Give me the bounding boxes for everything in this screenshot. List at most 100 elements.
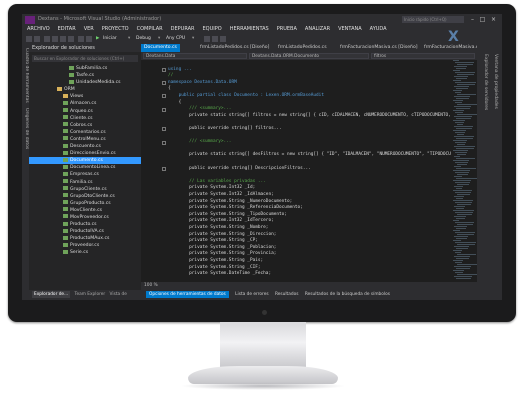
code-line[interactable]: private System.DateTime _Fecha; (168, 271, 271, 278)
tab-error-list[interactable]: Lista de errores (235, 292, 268, 297)
code-line[interactable]: public partial class Documento : Lexen.O… (168, 93, 324, 100)
fold-toggle-icon[interactable] (162, 107, 166, 112)
scrollbar-minimap[interactable] (451, 60, 477, 282)
zoom-level[interactable]: 100 % (144, 283, 158, 288)
menu-analizar[interactable]: ANALIZAR (305, 25, 330, 34)
find-icon[interactable] (204, 36, 210, 42)
solution-tree-item[interactable]: GrupoProducto.cs (29, 200, 141, 207)
solution-tree-item[interactable]: Serie.cs (29, 249, 141, 256)
comment-icon[interactable] (220, 36, 226, 42)
properties-tab[interactable]: Ventana de propiedades (491, 54, 498, 109)
code-line[interactable]: /// <summary>... (168, 139, 231, 146)
save-icon[interactable] (60, 36, 66, 42)
fold-toggle-icon[interactable] (162, 127, 166, 132)
tab-frmlistadopedidos-design[interactable]: frmListadoPedidos.cs [Diseño] (197, 44, 272, 52)
code-line[interactable]: private static string[] desFiltros = new… (168, 152, 451, 159)
menu-ayuda[interactable]: AYUDA (370, 25, 387, 34)
solution-tree-item[interactable]: Proveedor.cs (29, 242, 141, 249)
solution-tree-item[interactable]: ORM (29, 86, 141, 93)
solution-tree-item[interactable]: Comentarios.cs (29, 129, 141, 136)
fold-toggle-icon[interactable] (162, 81, 166, 86)
fold-toggle-icon[interactable] (162, 67, 166, 72)
code-line[interactable]: private System.String _ReferenciaDocumen… (168, 205, 303, 212)
solution-tree-item[interactable]: UnidadesMedida.cs (29, 79, 141, 86)
solution-tree-item[interactable]: Producto.cs (29, 221, 141, 228)
platform-chevron-down-icon[interactable]: ▾ (192, 34, 194, 44)
solution-tree-item[interactable]: Empresas.cs (29, 171, 141, 178)
fold-toggle-icon[interactable] (162, 140, 166, 145)
menu-archivo[interactable]: ARCHIVO (27, 25, 50, 34)
fold-toggle-icon[interactable] (162, 94, 166, 99)
tab-documento-cs[interactable]: Documento.cs (141, 44, 180, 52)
bookmark-icon[interactable] (212, 36, 218, 42)
config-select[interactable]: Debug (136, 34, 151, 44)
menu-equipo[interactable]: EQUIPO (203, 25, 222, 34)
fold-toggle-icon[interactable] (162, 166, 166, 171)
tab-find-symbol-results[interactable]: Resultados de la búsqueda de símbolos (305, 292, 390, 297)
config-chevron-down-icon[interactable]: ▾ (158, 34, 160, 44)
solution-tree-item[interactable]: Documento.cs (29, 157, 141, 165)
quick-launch-input[interactable]: Inicio rápido (Ctrl+Q) (402, 16, 464, 23)
code-editor[interactable]: using ...//namespace Dextans.Data.ORM{ p… (141, 60, 451, 282)
tab-output[interactable]: Resultados (275, 292, 299, 297)
solution-search-input[interactable]: Buscar en Explorador de soluciones (Ctrl… (32, 55, 138, 62)
tab-data-tools-options[interactable]: Opciones de herramientas de datos (146, 291, 229, 298)
code-line[interactable]: private System.Int32 _Id; (168, 185, 255, 192)
server-explorer-tab[interactable]: Explorador de servidores (481, 54, 488, 110)
code-line[interactable]: namespace Dextans.Data.ORM (168, 80, 237, 87)
minimize-icon[interactable]: – (468, 14, 477, 25)
dropdown-arrow-icon[interactable]: ▾ (128, 34, 130, 44)
member-dropdown[interactable]: filtros (371, 53, 475, 59)
menu-herramientas[interactable]: HERRAMIENTAS (230, 25, 269, 34)
open-icon[interactable] (52, 36, 58, 42)
solution-tree-item[interactable]: Tasfe.cs (29, 72, 141, 79)
close-icon[interactable]: × (489, 14, 498, 25)
menu-editar[interactable]: EDITAR (58, 25, 76, 34)
tab-frmfacturacionmasiva-cs[interactable]: frmFacturacionMasiva.cs (421, 44, 484, 52)
solution-tree-item[interactable]: Cliente.cs (29, 115, 141, 122)
toolbox-tab[interactable]: Cuadro de herramientas (22, 48, 29, 103)
code-line[interactable]: private System.String _CP; (168, 238, 258, 245)
solution-tree-item[interactable]: Descuento.cs (29, 143, 141, 150)
code-line[interactable]: public override string[] DescripcionFilt… (168, 166, 311, 173)
solution-tree-item[interactable]: DireccionesEnvio.cs (29, 150, 141, 157)
code-line[interactable]: private System.String _Pais; (168, 258, 263, 265)
tab-team-explorer[interactable]: Team Explorer (75, 292, 106, 297)
solution-tree-item[interactable]: SubFamilia.cs (29, 65, 141, 72)
solution-tree-item[interactable]: DocumentoLinea.cs (29, 164, 141, 171)
forward-icon[interactable] (34, 36, 40, 42)
solution-tree-item[interactable]: Familia.cs (29, 179, 141, 186)
data-sources-tab[interactable]: Orígenes de datos (22, 108, 29, 149)
menu-proyecto[interactable]: PROYECTO (102, 25, 129, 34)
solution-tree-item[interactable]: Cobros.cs (29, 122, 141, 129)
tab-frmfacturacionmasiva-design[interactable]: frmFacturacionMasiva.cs [Diseño] (337, 44, 421, 52)
code-line[interactable]: private static string[] filtros = new st… (168, 113, 451, 120)
undo-icon[interactable] (78, 36, 84, 42)
code-line[interactable]: public override string[] filtros... (168, 126, 282, 133)
solution-tree-item[interactable]: Views (29, 93, 141, 100)
menu-compilar[interactable]: COMPILAR (137, 25, 163, 34)
solution-tree-item[interactable]: MovCliente.cs (29, 207, 141, 214)
back-icon[interactable] (26, 36, 32, 42)
solution-tree-item[interactable]: ProductoMAux.cs (29, 235, 141, 242)
maximize-icon[interactable]: □ (478, 14, 487, 25)
code-line[interactable]: { (168, 86, 171, 93)
solution-tree-item[interactable]: Almacen.cs (29, 100, 141, 107)
solution-tree-item[interactable]: ProductoIVA.cs (29, 228, 141, 235)
start-icon[interactable]: ▶ (96, 34, 99, 44)
menu-depurar[interactable]: DEPURAR (171, 25, 195, 34)
project-dropdown[interactable]: Dextans.Data (143, 53, 247, 59)
menu-ventana[interactable]: VENTANA (338, 25, 362, 34)
platform-select[interactable]: Any CPU (166, 34, 185, 44)
new-project-icon[interactable] (44, 36, 50, 42)
save-all-icon[interactable] (68, 36, 74, 42)
solution-tree-item[interactable]: MovProveedor.cs (29, 214, 141, 221)
solution-tree-item[interactable]: ControlMenu.cs (29, 136, 141, 143)
tab-solution-explorer[interactable]: Explorador de... (32, 291, 71, 298)
menu-ver[interactable]: VER (84, 25, 94, 34)
tab-frmlistadopedidos-cs[interactable]: frmListadoPedidos.cs (275, 44, 330, 52)
code-line[interactable]: private System.Int32 _IdTercero; (168, 218, 274, 225)
code-line[interactable]: private System.Int32 _IdAlmacen; (168, 192, 274, 199)
code-line[interactable]: /// <summary>... (168, 106, 231, 113)
code-line[interactable]: // (168, 73, 173, 80)
